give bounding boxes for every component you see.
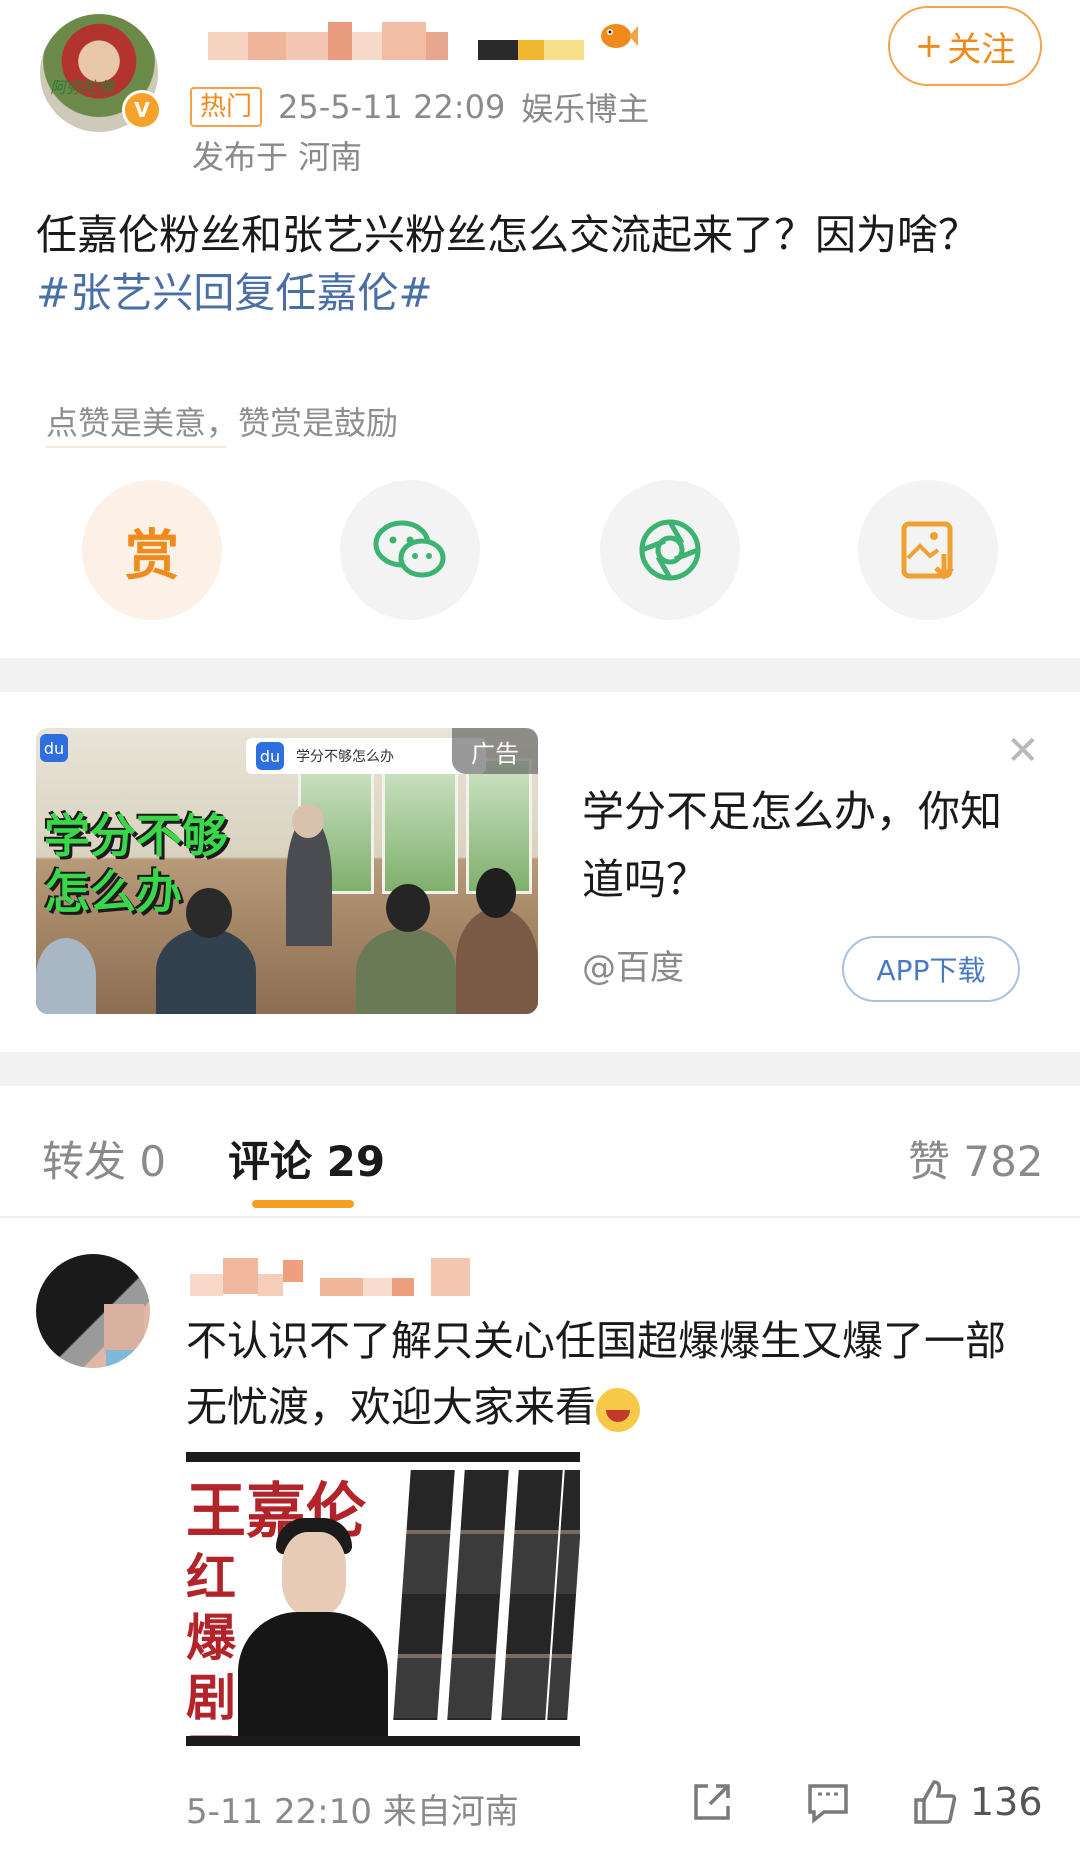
wechat-icon [373, 520, 446, 578]
section-separator [0, 658, 1080, 692]
like-count: 136 [970, 1780, 1043, 1824]
ad-headline: 学分不够 怎么办 [44, 808, 228, 920]
fish-icon [596, 18, 638, 63]
section-separator [0, 1052, 1080, 1086]
comment-meta: 5-11 22:10 来自河南 [186, 1792, 519, 1832]
ad-source: @百度 [582, 948, 684, 988]
baidu-icon: du [256, 742, 284, 770]
baidu-icon: du [40, 734, 68, 762]
author-name-redacted[interactable] [208, 22, 588, 64]
comment-image[interactable]: 王嘉伦 红爆剧王 [186, 1452, 580, 1746]
app-download-button[interactable]: APP下载 [842, 936, 1020, 1002]
reward-button[interactable]: 赏 [82, 480, 222, 620]
post-hashtag[interactable]: #张艺兴回复任嘉伦# [36, 264, 1046, 322]
ad-searchbar-text: 学分不够怎么办 [296, 749, 394, 765]
tab-active-indicator [252, 1200, 354, 1208]
like-icon [914, 1780, 957, 1824]
hot-badge[interactable]: 热门 [190, 87, 263, 127]
commenter-avatar[interactable] [36, 1254, 150, 1368]
comment-icon[interactable] [806, 1780, 850, 1828]
reward-label: 赏 [125, 523, 179, 587]
post-text: 任嘉伦粉丝和张艺兴粉丝怎么交流起来了？因为啥？ [36, 211, 979, 259]
commenter-name-redacted[interactable] [190, 1258, 471, 1298]
tab-comments[interactable]: 评论 29 [228, 1128, 385, 1189]
poster-side-text: 红爆剧王 [186, 1548, 236, 1736]
share-moments-button[interactable] [600, 480, 740, 620]
avatar-caption: 阿弥陀佛 [50, 78, 115, 97]
post-timestamp: 25-5-11 22:09 [278, 88, 506, 126]
follow-label: 关注 [947, 29, 1016, 70]
save-image-button[interactable] [858, 480, 998, 620]
author-type: 娱乐博主 [521, 90, 650, 128]
follow-button[interactable]: + 关注 [888, 6, 1042, 86]
close-icon[interactable]: ✕ [1006, 728, 1040, 774]
tab-repost[interactable]: 转发 0 [42, 1128, 166, 1189]
post-meta: 热门 25-5-11 22:09 娱乐博主 [190, 84, 649, 130]
ad-title[interactable]: 学分不足怎么办，你知道吗？ [582, 778, 1002, 914]
smile-emoji-icon [596, 1388, 640, 1432]
ad-tag: 广告 [452, 728, 538, 774]
save-image-icon [901, 521, 954, 580]
tab-divider [0, 1216, 1080, 1218]
hint-divider [46, 446, 226, 448]
reward-hint: 点赞是美意，赞赏是鼓励 [46, 404, 399, 442]
tab-likes[interactable]: 赞 782 [908, 1128, 1044, 1189]
share-icon[interactable] [690, 1780, 734, 1828]
like-button[interactable]: 136 [910, 1778, 1043, 1826]
plus-icon: + [914, 26, 944, 66]
ad-headline-line2: 怎么办 [44, 865, 182, 919]
post-body: 任嘉伦粉丝和张艺兴粉丝怎么交流起来了？因为啥？ #张艺兴回复任嘉伦# [36, 206, 1046, 322]
ad-searchbar: du 学分不够怎么办 [246, 738, 486, 774]
share-wechat-button[interactable] [340, 480, 480, 620]
verified-badge-icon: V [122, 90, 162, 130]
post-location: 发布于 河南 [192, 138, 363, 176]
moments-icon [639, 519, 701, 581]
ad-headline-line1: 学分不够 [44, 809, 228, 863]
comment-text: 不认识不了解只关心任国超爆爆生又爆了一部无忧渡，欢迎大家来看 [186, 1308, 1046, 1440]
ad-image[interactable]: du du 学分不够怎么办 广告 学分不够 怎么办 [36, 728, 538, 1014]
